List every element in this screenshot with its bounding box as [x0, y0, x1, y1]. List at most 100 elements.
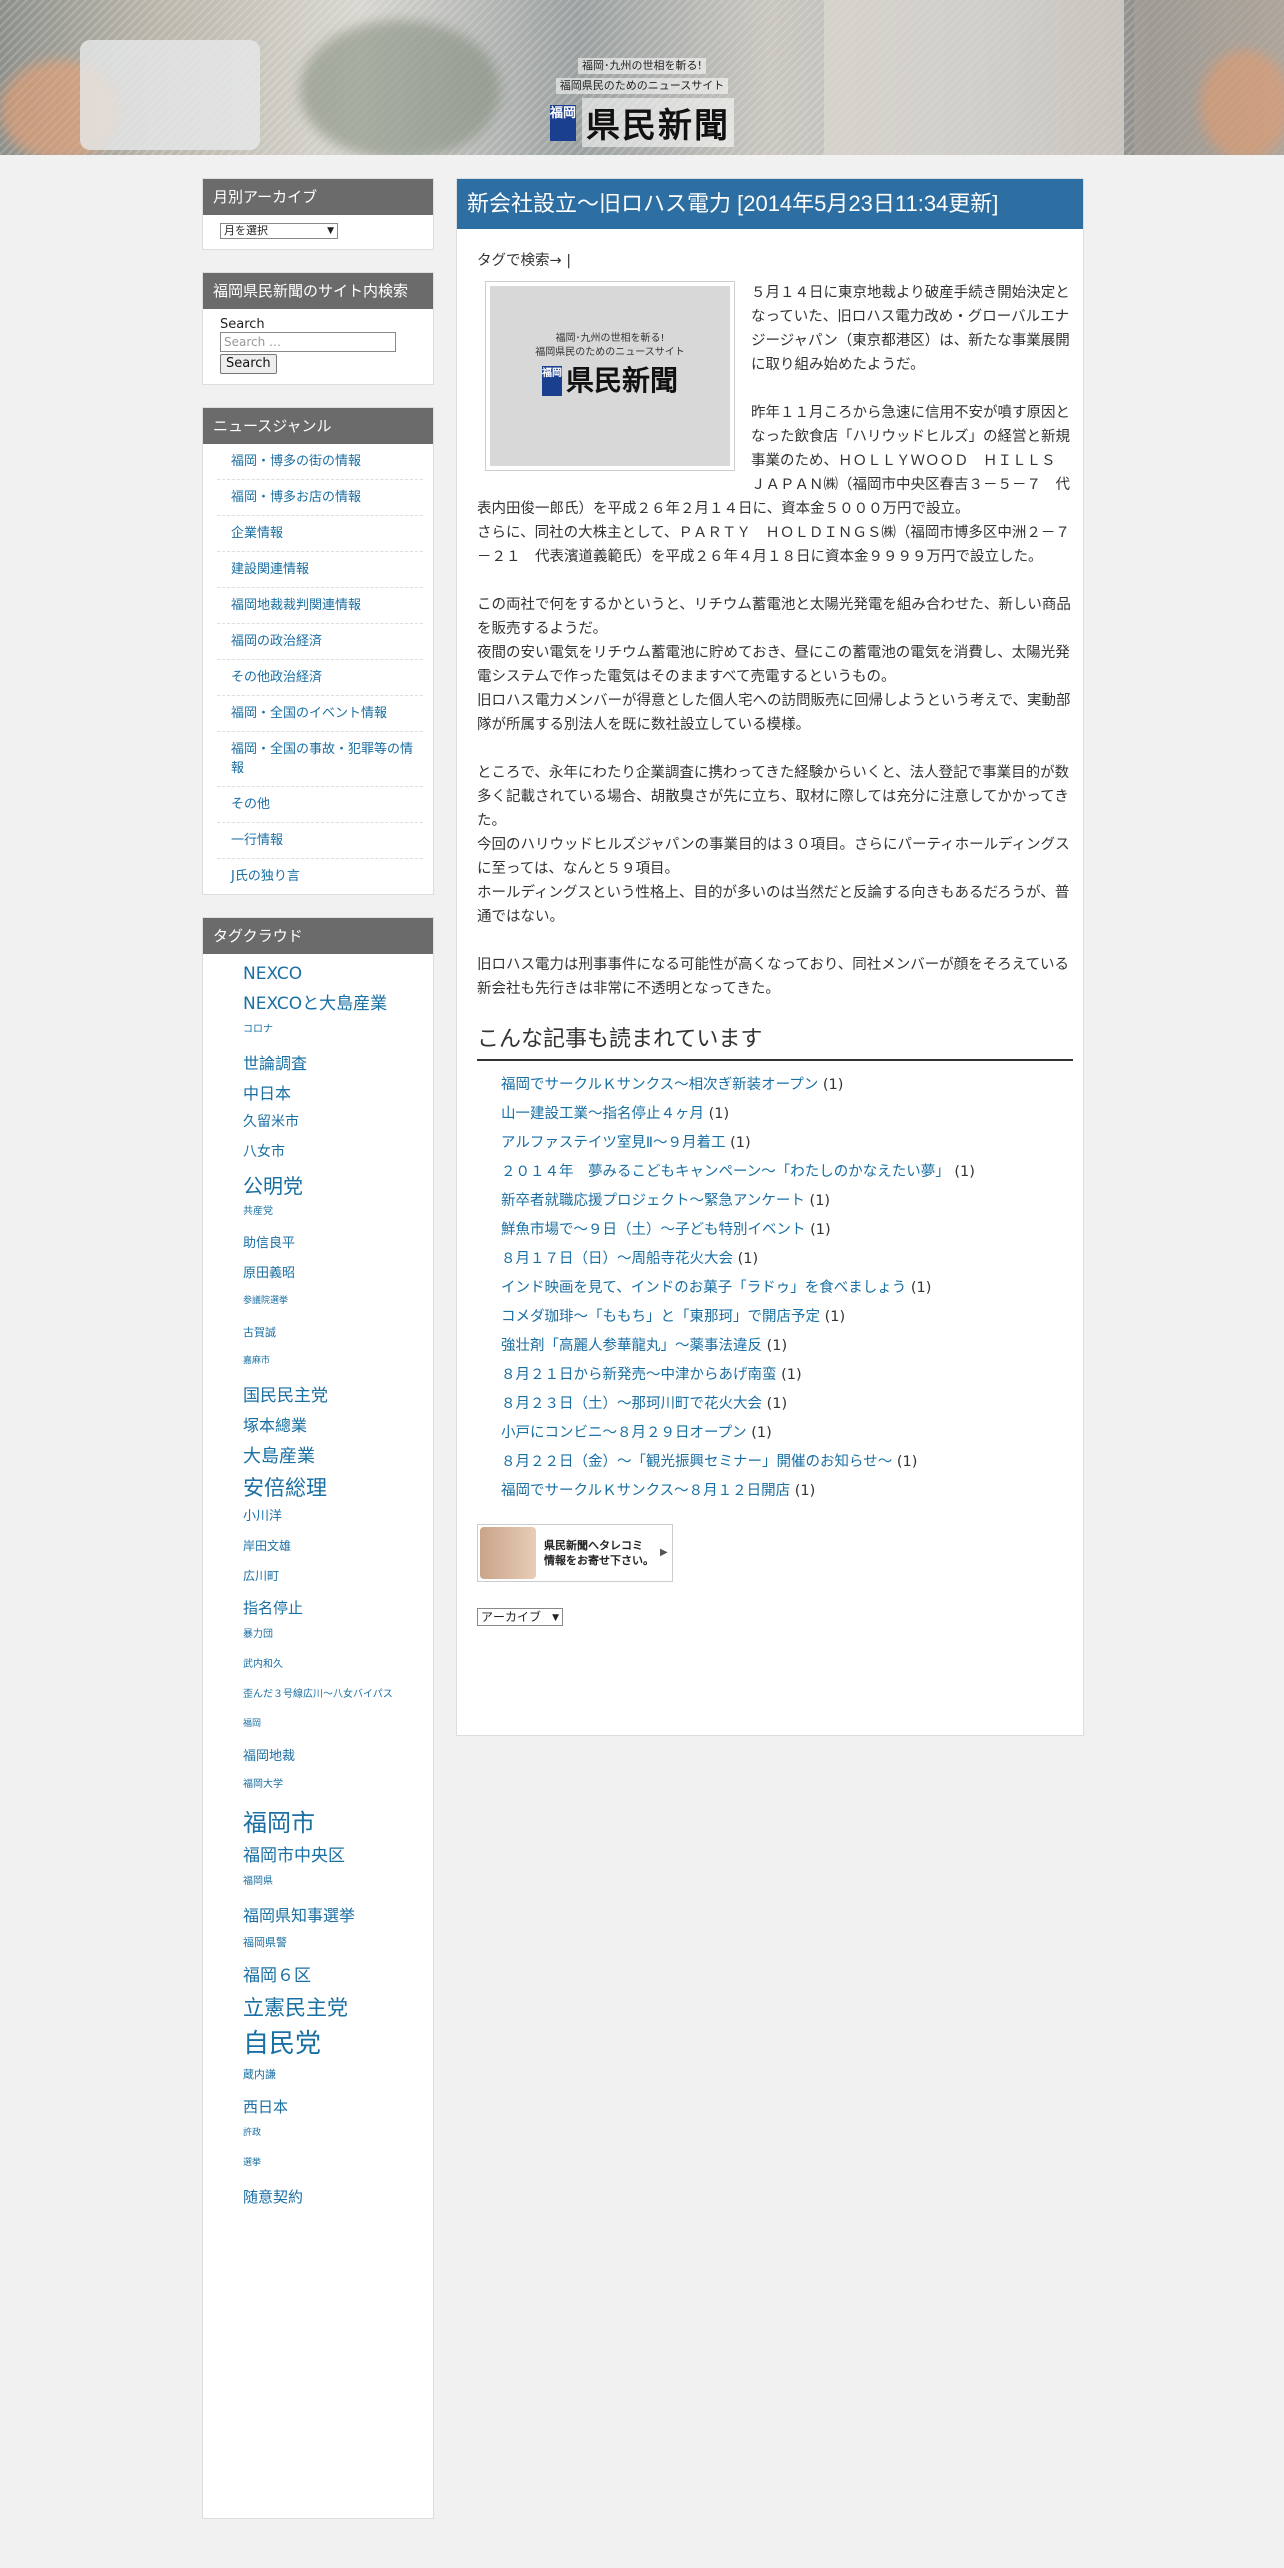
tag-link[interactable]: 原田義昭: [243, 1266, 419, 1282]
archive-select[interactable]: アーカイブ ▼: [477, 1608, 563, 1626]
genre-item[interactable]: 福岡の政治経済: [217, 624, 423, 660]
related-count: (1): [781, 1367, 802, 1383]
tag-link[interactable]: 参議院選挙: [243, 1296, 419, 1307]
genre-item[interactable]: 福岡・全国のイベント情報: [217, 696, 423, 732]
related-link[interactable]: コメダ珈琲～「ももち」と「東那珂」で開店予定: [501, 1309, 820, 1325]
tag-link[interactable]: 福岡市中央区: [243, 1846, 419, 1866]
tag-link[interactable]: 福岡地裁: [243, 1749, 419, 1765]
tag-link[interactable]: NEXCO: [243, 964, 419, 984]
genre-item[interactable]: 福岡・全国の事故・犯罪等の情報: [217, 732, 423, 787]
genre-widget: ニュースジャンル 福岡・博多の街の情報 福岡・博多お店の情報 企業情報 建設関連…: [202, 407, 434, 895]
related-link[interactable]: ２０１４年 夢みるこどもキャンペーン～「わたしのかなえたい夢」: [501, 1164, 950, 1180]
archive-month-select[interactable]: 月を選択 ▼: [220, 223, 338, 239]
tag-link[interactable]: 共産党: [243, 1206, 419, 1218]
archive-widget-title: 月別アーカイブ: [203, 179, 433, 215]
tag-link[interactable]: 指名停止: [243, 1599, 419, 1617]
related-link[interactable]: 鮮魚市場で～９日（土）～子ども特別イベント: [501, 1222, 806, 1238]
header-photo-person: [1200, 50, 1284, 155]
tag-link[interactable]: 中日本: [243, 1084, 419, 1103]
related-link[interactable]: 小戸にコンビニ～８月２９日オープン: [501, 1425, 747, 1441]
tag-link[interactable]: 西日本: [243, 2098, 419, 2116]
genre-item[interactable]: 福岡・博多の街の情報: [217, 444, 423, 480]
related-count: (1): [809, 1193, 831, 1209]
tag-link[interactable]: 大島産業: [243, 1446, 419, 1468]
tag-link[interactable]: 福岡県知事選挙: [243, 1906, 419, 1925]
genre-widget-title: ニュースジャンル: [203, 408, 433, 444]
related-count: (1): [766, 1396, 788, 1412]
related-link[interactable]: 福岡でサークルＫサンクス～８月１２日開店: [501, 1483, 790, 1499]
tag-link[interactable]: 安倍総理: [243, 1476, 419, 1501]
tag-link[interactable]: 助信良平: [243, 1236, 419, 1252]
site-logo[interactable]: 福岡･九州の世相を斬る! 福岡県民のためのニュースサイト 福岡 県民新聞: [524, 54, 760, 147]
related-count: (1): [766, 1338, 788, 1354]
related-count: (1): [824, 1309, 846, 1325]
related-item: インド映画を見て、インドのお菓子「ラドゥ」を食べましょう (1): [501, 1274, 1073, 1303]
tag-link[interactable]: 古賀誠: [243, 1326, 419, 1339]
related-item: アルファステイツ室見Ⅱ～９月着工 (1): [501, 1129, 1073, 1158]
tag-search: タグで検索→ |: [477, 253, 572, 269]
tag-link[interactable]: NEXCOと大島産業: [243, 994, 419, 1014]
tag-link[interactable]: 福岡６区: [243, 1966, 419, 1986]
tag-link[interactable]: 蔵内謙: [243, 2068, 419, 2081]
tagcloud: NEXCO NEXCOと大島産業コロナ世論調査中日本久留米市八女市公明党共産党助信…: [203, 954, 433, 2206]
tag-link[interactable]: 小川洋: [243, 1509, 419, 1525]
genre-item[interactable]: 企業情報: [217, 516, 423, 552]
related-link[interactable]: ８月２３日（土）～那珂川町で花火大会: [501, 1396, 762, 1412]
tag-link[interactable]: 選挙: [243, 2158, 419, 2169]
genre-item[interactable]: 福岡地裁裁判関連情報: [217, 588, 423, 624]
search-input[interactable]: Search …: [220, 332, 396, 352]
tag-link[interactable]: 塚本總業: [243, 1416, 419, 1435]
related-link[interactable]: インド映画を見て、インドのお菓子「ラドゥ」を食べましょう: [501, 1280, 906, 1296]
related-item: ８月２２日（金）～「観光振興セミナー」開催のお知らせ～ (1): [501, 1448, 1073, 1477]
tag-link[interactable]: コロナ: [243, 1024, 419, 1036]
genre-item[interactable]: その他: [217, 787, 423, 823]
related-link[interactable]: 新卒者就職応援プロジェクト～緊急アンケート: [501, 1193, 805, 1209]
tag-link[interactable]: 歪んだ３号線広川～八女バイパス: [243, 1689, 419, 1701]
tag-link[interactable]: 福岡県警: [243, 1936, 419, 1949]
archive-month-select-value: 月を選択: [224, 224, 268, 237]
tagcloud-widget: タグクラウド NEXCO NEXCOと大島産業 コロナ 世論調査 中日本 久留米市 八女市公…: [202, 917, 434, 2519]
tag-link[interactable]: 岸田文雄: [243, 1539, 419, 1553]
tag-link[interactable]: 暴力団: [243, 1629, 419, 1641]
genre-item[interactable]: その他政治経済: [217, 660, 423, 696]
tag-link[interactable]: 久留米市: [243, 1114, 419, 1131]
related-link[interactable]: 山一建設工業～指名停止４ヶ月: [501, 1106, 704, 1122]
related-link[interactable]: 強壮剤「高麗人参華龍丸」～薬事法違反: [501, 1338, 762, 1354]
tag-link[interactable]: 武内和久: [243, 1659, 419, 1671]
related-link[interactable]: ８月２２日（金）～「観光振興セミナー」開催のお知らせ～: [501, 1454, 892, 1470]
related-item: コメダ珈琲～「ももち」と「東那珂」で開店予定 (1): [501, 1303, 1073, 1332]
related-link[interactable]: 福岡でサークルＫサンクス～相次ぎ新装オープン: [501, 1077, 818, 1093]
header-photo-building: [824, 0, 1124, 155]
related-link[interactable]: ８月２１日から新発売～中津からあげ南蛮: [501, 1367, 777, 1383]
tag-link[interactable]: 嘉麻市: [243, 1356, 419, 1367]
header-photo-bus: [80, 40, 260, 150]
related-item: ８月２１日から新発売～中津からあげ南蛮 (1): [501, 1361, 1073, 1390]
genre-item[interactable]: 福岡・博多お店の情報: [217, 480, 423, 516]
genre-item[interactable]: 一行情報: [217, 823, 423, 859]
related-count: (1): [954, 1164, 975, 1180]
tag-link[interactable]: 国民民主党: [243, 1386, 419, 1406]
related-link[interactable]: ８月１７日（日）～周船寺花火大会: [501, 1251, 733, 1267]
related-link[interactable]: アルファステイツ室見Ⅱ～９月着工: [501, 1135, 726, 1151]
tag-link[interactable]: 世論調査: [243, 1054, 419, 1073]
logo-text: 県民新聞: [582, 98, 734, 147]
tip-banner[interactable]: 県民新聞へタレコミ 情報をお寄せ下さい。 ▶: [477, 1524, 673, 1582]
tag-link[interactable]: 福岡大学: [243, 1779, 419, 1791]
related-count: (1): [896, 1454, 918, 1470]
tag-link[interactable]: 自民党: [243, 2029, 419, 2060]
tag-link[interactable]: 福岡: [243, 1719, 419, 1730]
genre-item[interactable]: J氏の独り言: [217, 859, 423, 894]
tag-link[interactable]: 福岡県: [243, 1876, 419, 1888]
archive-select-value: アーカイブ: [481, 1610, 542, 1624]
main-article: 新会社設立～旧ロハス電力 [2014年5月23日11:34更新] タグで検索→ …: [456, 178, 1084, 1736]
search-button[interactable]: Search: [220, 354, 277, 374]
tag-link[interactable]: 八女市: [243, 1144, 419, 1161]
tag-link[interactable]: 随意契約: [243, 2188, 419, 2206]
genre-item[interactable]: 建設関連情報: [217, 552, 423, 588]
tag-link[interactable]: 立憲民主党: [243, 1996, 419, 2021]
tag-link[interactable]: 広川町: [243, 1569, 419, 1583]
tag-link[interactable]: 福岡市: [243, 1809, 419, 1838]
tag-link[interactable]: 公明党: [243, 1174, 419, 1198]
tag-link[interactable]: 許政: [243, 2128, 419, 2139]
post-title: 新会社設立～旧ロハス電力 [2014年5月23日11:34更新]: [457, 179, 1083, 229]
